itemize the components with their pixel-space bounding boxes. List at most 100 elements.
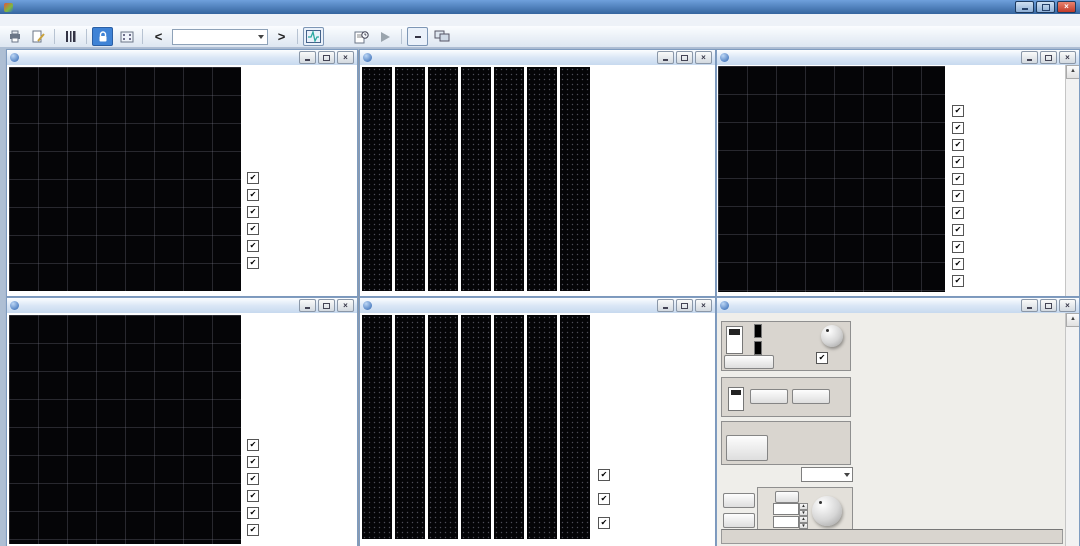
trace-row[interactable] [952, 102, 969, 119]
scroll-up-icon[interactable]: ▲ [1066, 65, 1079, 79]
trace-row[interactable] [952, 238, 969, 255]
trace-row[interactable] [247, 470, 264, 487]
checkbox-checked-icon[interactable] [247, 172, 259, 184]
grpsetup-button[interactable] [724, 355, 774, 369]
restore-button[interactable] [1040, 299, 1057, 312]
checkbox-checked-icon[interactable] [247, 456, 259, 468]
ep-mode-icon[interactable] [407, 27, 428, 46]
close-button[interactable]: × [1059, 51, 1076, 64]
checkbox-checked-icon[interactable] [247, 507, 259, 519]
trace-row[interactable] [598, 511, 615, 535]
trace-row[interactable] [598, 463, 615, 487]
print-icon[interactable] [4, 27, 25, 46]
restore-button[interactable] [318, 51, 335, 64]
checkbox-checked-icon[interactable] [247, 223, 259, 235]
trace-row[interactable] [952, 255, 969, 272]
mute-toggle[interactable] [816, 352, 831, 364]
minimize-button[interactable] [1015, 1, 1034, 13]
timer-slider[interactable] [726, 326, 743, 354]
checkbox-checked-icon[interactable] [952, 156, 964, 168]
report-edit-icon[interactable] [28, 27, 49, 46]
vertical-scrollbar[interactable]: ▲ [1065, 65, 1079, 296]
run-icon[interactable] [375, 27, 396, 46]
trace-row[interactable] [247, 521, 264, 538]
trace-row[interactable] [952, 272, 969, 289]
close-button[interactable]: × [695, 51, 712, 64]
close-button[interactable]: × [337, 51, 354, 64]
tcs-clear-button[interactable] [723, 513, 755, 528]
trace-row[interactable] [952, 187, 969, 204]
pol-value-button[interactable] [775, 491, 799, 503]
lock-icon[interactable] [92, 27, 113, 46]
channel-dropdown[interactable] [801, 467, 853, 482]
checkbox-checked-icon[interactable] [952, 275, 964, 287]
minimize-button[interactable] [657, 51, 674, 64]
scroll-up-icon[interactable]: ▲ [1066, 313, 1079, 327]
restore-button[interactable] [1040, 51, 1057, 64]
checkbox-checked-icon[interactable] [952, 173, 964, 185]
checkbox-checked-icon[interactable] [952, 241, 964, 253]
func-titlebar[interactable]: × [360, 50, 715, 66]
checkbox-checked-icon[interactable] [952, 105, 964, 117]
impedance-icon[interactable] [327, 27, 348, 46]
checkbox-checked-icon[interactable] [598, 517, 610, 529]
trace-row[interactable] [247, 237, 264, 254]
checkbox-checked-icon[interactable] [952, 190, 964, 202]
restore-button[interactable] [676, 51, 693, 64]
checkbox-checked-icon[interactable] [598, 469, 610, 481]
lsep-titlebar[interactable]: × [7, 50, 357, 66]
close-button[interactable]: × [337, 299, 354, 312]
trace-row[interactable] [247, 453, 264, 470]
trace-row[interactable] [247, 186, 264, 203]
trace-row[interactable] [247, 504, 264, 521]
trace-row[interactable] [598, 487, 615, 511]
maximize-button[interactable] [1036, 1, 1055, 13]
trace-row[interactable] [247, 203, 264, 220]
checkbox-checked-icon[interactable] [247, 257, 259, 269]
rsep-titlebar[interactable]: × [7, 298, 357, 314]
trace-row[interactable] [247, 487, 264, 504]
trace-row[interactable] [247, 169, 264, 186]
control-titlebar[interactable]: × [717, 298, 1079, 314]
trace-row[interactable] [952, 119, 969, 136]
barcode-icon[interactable] [60, 27, 81, 46]
event-log-icon[interactable] [351, 27, 372, 46]
tcs-store-button[interactable] [723, 493, 755, 508]
checkbox-checked-icon[interactable] [952, 258, 964, 270]
sep-group-toggle[interactable] [728, 387, 744, 411]
checkbox-checked-icon[interactable] [247, 524, 259, 536]
mep-titlebar[interactable]: × [360, 298, 715, 314]
checkbox-checked-icon[interactable] [952, 139, 964, 151]
protocol-dropdown[interactable] [172, 29, 268, 45]
single-trigger-button[interactable] [726, 435, 768, 461]
checkbox-checked-icon[interactable] [952, 122, 964, 134]
workstation-icon[interactable] [431, 27, 452, 46]
audio-volume-knob[interactable] [821, 325, 843, 347]
minimize-button[interactable] [299, 51, 316, 64]
trace-row[interactable] [952, 221, 969, 238]
trace-row[interactable] [247, 220, 264, 237]
checkbox-checked-icon[interactable] [247, 439, 259, 451]
minimize-button[interactable] [657, 299, 674, 312]
sep-store-button[interactable] [750, 389, 788, 404]
restore-button[interactable] [676, 299, 693, 312]
minimize-button[interactable] [299, 299, 316, 312]
intensity-knob[interactable] [812, 496, 842, 526]
close-button[interactable]: × [695, 299, 712, 312]
next-icon[interactable]: > [271, 27, 292, 46]
minimize-button[interactable] [1021, 299, 1038, 312]
checkbox-checked-icon[interactable] [598, 493, 610, 505]
checkbox-checked-icon[interactable] [247, 490, 259, 502]
count-spinner[interactable]: ▲▼ [773, 503, 808, 515]
vertical-scrollbar[interactable]: ▲ [1065, 313, 1079, 546]
waveform-view-icon[interactable] [303, 27, 324, 46]
isi-spinner[interactable]: ▲▼ [773, 516, 808, 528]
prev-icon[interactable]: < [148, 27, 169, 46]
central-titlebar[interactable]: × [717, 50, 1079, 66]
trace-row[interactable] [247, 254, 264, 271]
close-button[interactable]: × [1057, 1, 1076, 13]
checkbox-checked-icon[interactable] [247, 189, 259, 201]
trace-row[interactable] [247, 436, 264, 453]
checkbox-checked-icon[interactable] [816, 352, 828, 364]
trace-row[interactable] [952, 204, 969, 221]
